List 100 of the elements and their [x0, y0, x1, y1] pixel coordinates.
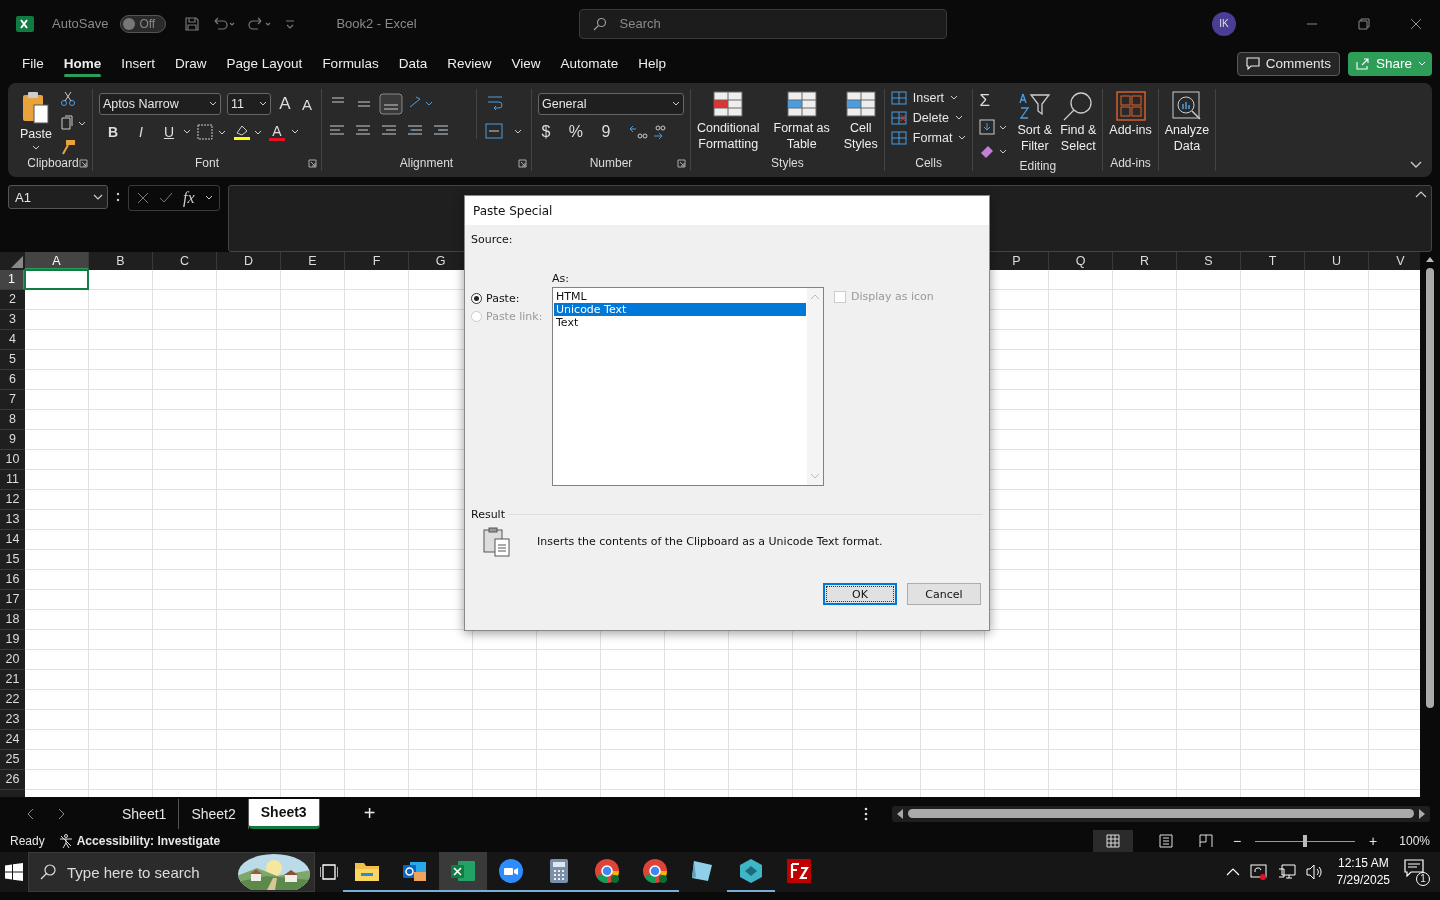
editing-button[interactable]: Find & Select — [1060, 89, 1097, 155]
ribbon-tab[interactable]: Help — [628, 50, 677, 77]
select-all-icon[interactable] — [11, 256, 23, 268]
style-gallery-button[interactable]: Cell Styles — [843, 89, 878, 153]
decrease-font-button[interactable]: A — [298, 95, 315, 113]
style-gallery-button[interactable]: Conditional Formatting — [696, 89, 760, 153]
collapse-icon[interactable] — [1415, 190, 1427, 198]
previous-sheet-icon[interactable] — [26, 807, 34, 820]
ribbon-tab[interactable]: Home — [53, 50, 112, 77]
editing-button[interactable]: Sort & Filter — [1017, 89, 1053, 155]
clock-date[interactable]: 7/29/2025 — [1336, 872, 1390, 889]
borders-icon[interactable] — [196, 124, 227, 140]
comments-button[interactable]: Comments — [1236, 51, 1340, 76]
more-options-icon[interactable] — [864, 806, 868, 821]
ribbon-tab[interactable]: View — [501, 50, 551, 77]
number-style-button[interactable]: % — [567, 123, 584, 141]
ribbon-tab[interactable]: Formulas — [312, 50, 389, 77]
copy-icon[interactable] — [59, 115, 86, 131]
speaker-icon[interactable] — [1305, 864, 1324, 880]
zoom-level[interactable]: 100% — [1399, 834, 1430, 848]
add-ins-button[interactable]: Add-ins — [1109, 89, 1152, 139]
zoom-out-button[interactable]: − — [1232, 833, 1242, 849]
new-sheet-button[interactable]: + — [363, 802, 376, 825]
redo-icon[interactable] — [248, 15, 273, 32]
ribbon-tab[interactable]: Page Layout — [216, 50, 313, 77]
scroll-left-icon[interactable] — [896, 808, 904, 819]
cut-icon[interactable] — [59, 91, 76, 107]
caret-icon[interactable] — [290, 129, 299, 135]
list-item[interactable]: Text — [554, 316, 806, 329]
font-name-dropdown[interactable]: Aptos Narrow — [98, 93, 221, 115]
scroll-right-icon[interactable] — [1418, 808, 1426, 819]
horizontal-scrollbar[interactable] — [892, 805, 1430, 822]
page-break-view-icon[interactable] — [1198, 834, 1213, 848]
ribbon-tab[interactable]: Data — [388, 50, 438, 77]
normal-view-icon[interactable] — [1092, 830, 1133, 852]
start-button-icon[interactable] — [5, 863, 23, 881]
ribbon-tab[interactable]: Review — [437, 50, 502, 77]
notification-button[interactable]: 1 — [1404, 858, 1430, 886]
close-icon[interactable] — [1410, 17, 1422, 30]
number-format-dropdown[interactable]: General — [537, 93, 684, 115]
row-header[interactable]: 1 — [0, 270, 25, 290]
number-style-button[interactable]: $ — [537, 123, 554, 141]
chevron-up-icon[interactable] — [1225, 868, 1240, 876]
ribbon-tab[interactable]: Insert — [111, 50, 166, 77]
column-header[interactable]: A — [25, 252, 89, 270]
enter-icon[interactable] — [159, 192, 173, 204]
dialog-launcher-icon[interactable] — [78, 158, 88, 168]
list-item[interactable]: Unicode Text — [554, 303, 806, 316]
page-layout-view-icon[interactable] — [1158, 834, 1173, 848]
cells-button[interactable]: Format — [890, 131, 967, 145]
caret-icon[interactable] — [204, 195, 213, 201]
ok-button[interactable]: OK — [823, 583, 897, 605]
style-gallery-button[interactable]: Format as Table — [773, 89, 830, 153]
sync-alert-icon[interactable] — [1249, 863, 1268, 881]
font-style-button[interactable]: B — [104, 124, 121, 140]
cancel-icon[interactable] — [137, 192, 149, 204]
font-style-button[interactable]: U — [160, 124, 177, 140]
save-icon[interactable] — [184, 15, 201, 32]
increase-font-button[interactable]: A — [276, 94, 293, 114]
clock-time[interactable]: 12:15 AM — [1337, 855, 1389, 872]
caret-icon[interactable] — [182, 129, 191, 135]
font-color-button[interactable]: A — [268, 123, 285, 141]
restore-icon[interactable] — [1358, 17, 1370, 30]
collapse-ribbon-icon[interactable] — [1410, 161, 1422, 169]
zoom-in-button[interactable]: + — [1369, 833, 1378, 849]
next-sheet-icon[interactable] — [58, 807, 66, 820]
undo-icon[interactable] — [212, 15, 237, 32]
sheet-tab[interactable]: Sheet2 — [179, 798, 249, 829]
cells-button[interactable]: Delete — [890, 111, 967, 125]
ribbon-tab[interactable]: Draw — [165, 50, 217, 77]
radio-option[interactable]: Paste: — [471, 292, 552, 305]
cells-button[interactable]: Insert — [890, 91, 967, 105]
dialog-launcher-icon[interactable] — [307, 158, 317, 168]
task-view-icon[interactable] — [320, 864, 338, 880]
font-size-dropdown[interactable]: 11 — [226, 93, 271, 115]
selected-cell[interactable] — [24, 269, 89, 290]
accessibility-button[interactable]: Accessibility: Investigate — [58, 834, 221, 848]
dialog-launcher-icon[interactable] — [517, 158, 527, 168]
network-icon[interactable] — [1277, 864, 1296, 880]
drag-handle-icon[interactable] — [116, 191, 120, 203]
name-box[interactable]: A1 — [8, 185, 108, 209]
sheet-tab[interactable]: Sheet3 — [248, 798, 320, 829]
list-item[interactable]: HTML — [554, 290, 806, 303]
autosum-button[interactable]: Σ — [979, 91, 1010, 111]
analyze-data-button[interactable]: Analyze Data — [1164, 89, 1210, 155]
format-painter-icon[interactable] — [59, 139, 76, 155]
font-style-button[interactable]: I — [132, 124, 149, 140]
insert-function-button[interactable]: fx — [183, 189, 195, 207]
user-avatar[interactable]: IK — [1212, 11, 1236, 36]
dialog-launcher-icon[interactable] — [676, 158, 686, 168]
paste-button[interactable]: Paste — [20, 89, 52, 151]
cancel-button[interactable]: Cancel — [907, 583, 981, 605]
ribbon-tab[interactable]: File — [12, 50, 54, 77]
fill-color-icon[interactable] — [232, 123, 263, 141]
number-style-button[interactable]: 9 — [597, 123, 614, 141]
ribbon-tab[interactable]: Automate — [550, 50, 629, 77]
scroll-up-icon[interactable] — [1426, 256, 1434, 262]
autosave-toggle[interactable]: Off — [120, 14, 167, 33]
search-field[interactable]: Search — [578, 8, 947, 39]
sheet-tab[interactable]: Sheet1 — [110, 798, 180, 829]
